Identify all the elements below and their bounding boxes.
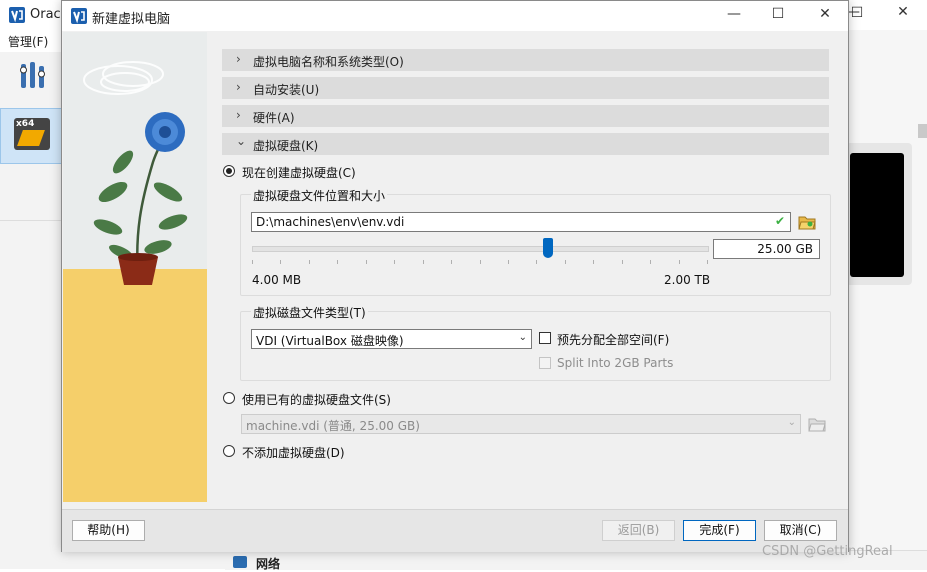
disk-size-input[interactable]: 25.00 GB <box>713 239 820 259</box>
network-section-label: 网络 <box>256 557 281 571</box>
slider-tick <box>679 260 680 264</box>
disk-path-value: D:\machines\env\env.vdi <box>256 215 405 229</box>
disk-type-group-label: 虚拟磁盘文件类型(T) <box>251 304 368 321</box>
preallocate-checkbox[interactable] <box>539 332 551 344</box>
split-2gb-checkbox[interactable] <box>539 357 551 369</box>
slider-tick <box>650 260 651 264</box>
slider-tick <box>707 260 708 264</box>
slider-tick <box>337 260 338 264</box>
section-hardware[interactable]: › 硬件(A) <box>222 105 829 127</box>
slider-tick <box>423 260 424 264</box>
plant-illustration <box>83 61 188 285</box>
slider-max-label: 2.00 TB <box>664 273 711 287</box>
slider-tick <box>394 260 395 264</box>
slider-tick <box>536 260 537 264</box>
radio-no-disk[interactable] <box>223 445 235 457</box>
preview-screen <box>850 153 904 277</box>
no-disk-label[interactable]: 不添加虚拟硬盘(D) <box>242 444 345 461</box>
minimize-button[interactable]: — <box>719 6 749 22</box>
section-label: 硬件(A) <box>253 111 295 125</box>
slider-tick <box>622 260 623 264</box>
background-app-title: Orac <box>30 7 61 22</box>
split-2gb-label[interactable]: Split Into 2GB Parts <box>557 356 673 370</box>
cancel-button[interactable]: 取消(C) <box>764 520 837 541</box>
disk-type-select[interactable]: VDI (VirtualBox 磁盘映像) ⌄ <box>251 329 532 349</box>
slider-tick <box>366 260 367 264</box>
chevron-right-icon: › <box>236 52 241 66</box>
vm-os-icon: x64 <box>14 118 50 150</box>
new-vm-dialog: 新建虚拟电脑 — ☐ ✕ › 虚拟电脑名称和系统类型(O) › 自动安装(U) … <box>61 0 849 552</box>
section-vm-name-type[interactable]: › 虚拟电脑名称和系统类型(O) <box>222 49 829 71</box>
chevron-right-icon: › <box>236 80 241 94</box>
section-label: 自动安装(U) <box>253 83 320 97</box>
dialog-footer: 帮助(H) 返回(B) 完成(F) 取消(C) <box>62 509 848 552</box>
close-button[interactable]: ✕ <box>810 6 840 22</box>
slider-tick <box>280 260 281 264</box>
details-panel <box>846 30 927 569</box>
disk-size-slider-thumb[interactable] <box>543 238 553 258</box>
divider <box>0 220 62 221</box>
disk-size-value: 25.00 GB <box>757 242 813 256</box>
section-unattended-install[interactable]: › 自动安装(U) <box>222 77 829 99</box>
chevron-down-icon: ⌄ <box>787 417 796 428</box>
maximize-button[interactable]: ☐ <box>763 6 793 22</box>
scrollbar[interactable] <box>918 124 927 138</box>
vm-badge-text: x64 <box>16 119 35 129</box>
menu-manage[interactable]: 管理(F) <box>8 33 48 50</box>
back-button[interactable]: 返回(B) <box>602 520 675 541</box>
existing-disk-select[interactable]: machine.vdi (普通, 25.00 GB) ⌄ <box>241 414 801 434</box>
background-close-button[interactable]: ✕ <box>888 4 918 20</box>
wizard-illustration <box>63 32 207 502</box>
folder-browse-icon[interactable] <box>798 214 816 230</box>
slider-tick <box>480 260 481 264</box>
folder-browse-icon[interactable] <box>808 416 826 432</box>
valid-check-icon: ✔ <box>775 214 786 228</box>
chevron-down-icon: ⌄ <box>518 332 527 343</box>
slider-tick <box>593 260 594 264</box>
network-icon <box>233 556 247 568</box>
tools-icon[interactable] <box>18 60 48 92</box>
disk-path-input[interactable]: D:\machines\env\env.vdi <box>251 212 791 232</box>
create-new-disk-label[interactable]: 现在创建虚拟硬盘(C) <box>242 164 356 181</box>
use-existing-disk-label[interactable]: 使用已有的虚拟硬盘文件(S) <box>242 391 391 408</box>
chevron-right-icon: › <box>236 108 241 122</box>
slider-tick <box>508 260 509 264</box>
virtualbox-app-icon <box>9 7 25 23</box>
radio-use-existing-disk[interactable] <box>223 392 235 404</box>
disk-size-slider[interactable] <box>252 246 709 252</box>
slider-min-label: 4.00 MB <box>252 273 302 287</box>
section-virtual-disk[interactable]: ⌄ 虚拟硬盘(K) <box>222 133 829 155</box>
virtualbox-dialog-icon <box>71 8 87 24</box>
watermark: CSDN @GettingReal <box>762 544 893 559</box>
section-label: 虚拟电脑名称和系统类型(O) <box>253 55 404 69</box>
radio-create-new-disk[interactable] <box>223 165 235 177</box>
slider-tick <box>565 260 566 264</box>
preallocate-label[interactable]: 预先分配全部空间(F) <box>557 331 669 348</box>
slider-ticks <box>252 260 708 264</box>
slider-tick <box>252 260 253 264</box>
finish-button[interactable]: 完成(F) <box>683 520 756 541</box>
existing-disk-value: machine.vdi (普通, 25.00 GB) <box>246 419 420 433</box>
slider-tick <box>309 260 310 264</box>
disk-type-selected: VDI (VirtualBox 磁盘映像) <box>256 334 404 348</box>
dialog-title: 新建虚拟电脑 <box>92 12 171 27</box>
chevron-down-icon: ⌄ <box>236 134 247 148</box>
location-size-group-label: 虚拟硬盘文件位置和大小 <box>251 187 388 204</box>
section-label: 虚拟硬盘(K) <box>253 139 319 153</box>
slider-tick <box>451 260 452 264</box>
help-button[interactable]: 帮助(H) <box>72 520 145 541</box>
